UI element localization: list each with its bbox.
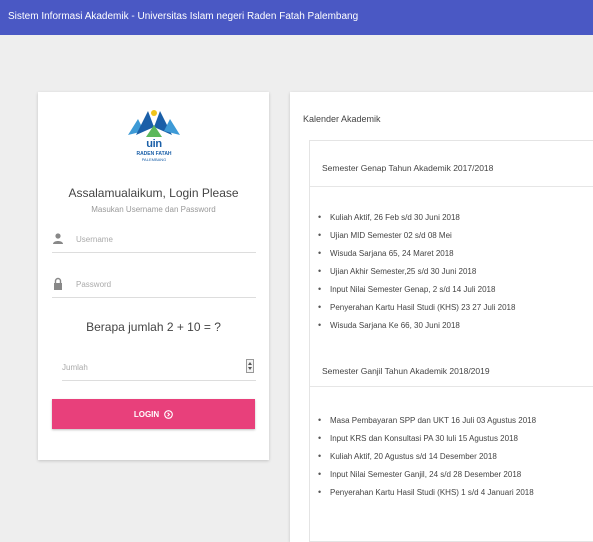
login-title: Assalamualaikum, Login Please xyxy=(68,186,239,200)
logo-emblem-icon xyxy=(128,110,180,137)
app-title: Sistem Informasi Akademik - Universitas … xyxy=(8,11,359,22)
stepper-up-icon[interactable] xyxy=(248,362,252,365)
password-input[interactable] xyxy=(76,276,246,292)
login-card: uin RADEN FATAH PALEMBANG Assalamualaiku… xyxy=(38,92,269,460)
list-item: Kuliah Aktif, 26 Feb s/d 30 Juni 2018 xyxy=(318,210,515,228)
calendar-title: Kalender Akademik xyxy=(303,114,381,124)
semester-list: Masa Pembayaran SPP dan UKT 16 Juli 03 A… xyxy=(318,413,536,503)
logo-word: uin xyxy=(146,138,162,150)
user-icon xyxy=(52,232,64,246)
list-item: Masa Pembayaran SPP dan UKT 16 Juli 03 A… xyxy=(318,413,536,431)
list-item: Kuliah Aktif, 20 Agustus s/d 14 Desember… xyxy=(318,449,536,467)
login-button[interactable]: LOGIN xyxy=(52,399,255,429)
uin-logo: uin RADEN FATAH PALEMBANG xyxy=(126,105,182,165)
list-item: Ujian MID Semester 02 s/d 08 Mei xyxy=(318,228,515,246)
divider xyxy=(310,186,593,187)
list-item: Wisuda Sarjana Ke 66, 30 Juni 2018 xyxy=(318,318,515,336)
list-item: Penyerahan Kartu Hasil Studi (KHS) 1 s/d… xyxy=(318,485,536,503)
captcha-answer-field xyxy=(62,356,256,381)
list-item: Penyerahan Kartu Hasil Studi (KHS) 23 27… xyxy=(318,300,515,318)
captcha-answer-input[interactable] xyxy=(62,359,222,375)
login-button-label: LOGIN xyxy=(133,409,160,419)
stepper-down-icon[interactable] xyxy=(248,367,252,370)
lock-icon xyxy=(52,277,64,291)
list-item: Input KRS dan Konsultasi PA 30 luli 15 A… xyxy=(318,431,536,449)
password-field xyxy=(52,273,256,298)
username-input[interactable] xyxy=(76,231,246,247)
logo-line-2: PALEMBANG xyxy=(141,157,167,162)
calendar-card: Kalender Akademik Semester Genap Tahun A… xyxy=(290,92,593,542)
calendar-panel: Semester Genap Tahun Akademik 2017/2018 … xyxy=(309,140,593,542)
semester-list: Kuliah Aktif, 26 Feb s/d 30 Juni 2018 Uj… xyxy=(318,210,515,336)
number-stepper[interactable] xyxy=(246,359,254,373)
login-subtitle: Masukan Username dan Password xyxy=(91,205,216,214)
semester-heading: Semester Genap Tahun Akademik 2017/2018 xyxy=(322,163,494,173)
list-item: Input Nilai Semester Genap, 2 s/d 14 Jul… xyxy=(318,282,515,300)
list-item: Input Nilai Semester Ganjil, 24 s/d 28 D… xyxy=(318,467,536,485)
arrow-circle-right-icon xyxy=(164,409,174,419)
list-item: Ujian Akhir Semester,25 s/d 30 Juni 2018 xyxy=(318,264,515,282)
divider xyxy=(310,386,593,387)
semester-heading: Semester Ganjil Tahun Akademik 2018/2019 xyxy=(322,366,490,376)
app-header: Sistem Informasi Akademik - Universitas … xyxy=(0,0,593,35)
username-field xyxy=(52,228,256,253)
list-item: Wisuda Sarjana 65, 24 Maret 2018 xyxy=(318,246,515,264)
captcha-question: Berapa jumlah 2 + 10 = ? xyxy=(86,320,221,334)
